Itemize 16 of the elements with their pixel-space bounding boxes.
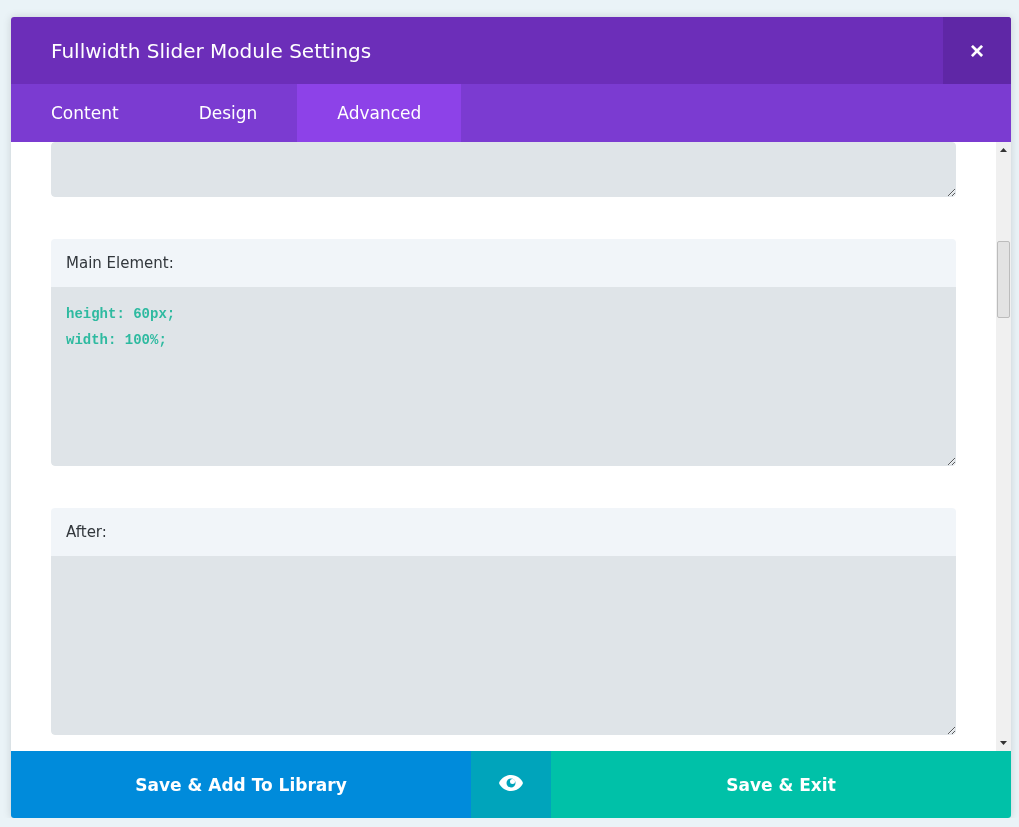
code-field[interactable]	[51, 142, 956, 197]
code-field[interactable]	[51, 556, 956, 735]
save-library-button[interactable]: Save & Add To Library	[11, 751, 471, 818]
scrollbar-thumb[interactable]	[997, 241, 1010, 318]
scroll-down-icon[interactable]	[1000, 741, 1007, 745]
field-label: After:	[51, 508, 956, 556]
window-title: Fullwidth Slider Module Settings	[51, 38, 373, 63]
scroll-up-icon[interactable]	[1000, 148, 1007, 152]
preview-button[interactable]	[471, 751, 551, 818]
close-button[interactable]: ×	[943, 17, 1011, 84]
eye-icon	[498, 773, 524, 792]
field-label: Main Element:	[51, 239, 956, 287]
tab[interactable]: Content	[11, 84, 159, 142]
scrollbar[interactable]	[996, 142, 1011, 751]
tab[interactable]: Design	[158, 84, 298, 142]
tab[interactable]: Advanced	[297, 84, 462, 142]
